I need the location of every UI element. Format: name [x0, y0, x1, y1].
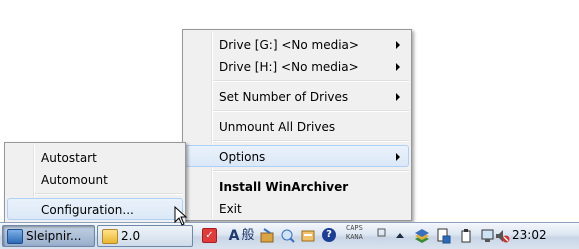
menu-separator — [213, 170, 409, 172]
action-center-icon[interactable] — [436, 228, 452, 244]
tray-context-menu: Drive [G:] <No media> Drive [H:] <No med… — [182, 29, 412, 221]
menu-separator — [35, 193, 183, 195]
menu-item-label: Unmount All Drives — [219, 120, 336, 134]
ime-options-icon[interactable] — [374, 225, 390, 241]
menu-item-install-winarchiver[interactable]: Install WinArchiver — [185, 175, 409, 197]
menu-item-options[interactable]: Options — [185, 145, 409, 167]
mouse-cursor-icon — [174, 206, 188, 226]
options-submenu: Autostart Automount Configuration... — [4, 142, 186, 224]
taskbar-button-label: 2.0 — [121, 229, 141, 243]
menu-item-drive-g[interactable]: Drive [G:] <No media> — [185, 33, 409, 55]
show-hidden-icons-arrow-icon[interactable] — [396, 233, 404, 238]
ime-kanji-indicator[interactable]: 般 — [240, 228, 256, 244]
safely-remove-hardware-icon[interactable] — [458, 228, 474, 244]
taskbar-button-label: Sleipnir... — [26, 229, 82, 243]
submenu-arrow-icon — [396, 153, 400, 161]
taskbar-button-sleipnir[interactable]: Sleipnir... — [2, 225, 95, 247]
submenu-arrow-icon — [396, 41, 400, 49]
menu-item-set-number-of-drives[interactable]: Set Number of Drives — [185, 85, 409, 107]
submenu-arrow-icon — [396, 63, 400, 71]
menu-separator — [213, 80, 409, 82]
menu-item-autostart[interactable]: Autostart — [7, 146, 183, 168]
menu-item-drive-h[interactable]: Drive [H:] <No media> — [185, 55, 409, 77]
menu-item-label: Set Number of Drives — [219, 90, 349, 104]
menu-item-label: Automount — [41, 173, 108, 187]
menu-item-exit[interactable]: Exit — [185, 197, 409, 219]
menu-item-label: Drive [G:] <No media> — [219, 38, 359, 52]
menu-item-label: Configuration... — [41, 203, 134, 217]
taskbar: Sleipnir... 2.0 ✓ A 般 ? CAPS KANA 23:02 — [0, 222, 579, 249]
desktop: Drive [G:] <No media> Drive [H:] <No med… — [0, 0, 579, 249]
menu-item-unmount-all-drives[interactable]: Unmount All Drives — [185, 115, 409, 137]
caps-label: CAPS — [346, 224, 363, 232]
menu-item-configuration[interactable]: Configuration... — [7, 198, 183, 220]
menu-item-label: Options — [219, 150, 266, 164]
caps-kana-indicator: CAPS KANA — [346, 224, 363, 242]
folder-icon — [102, 229, 118, 244]
menu-item-label: Install WinArchiver — [219, 180, 349, 194]
submenu-arrow-icon — [396, 93, 400, 101]
ime-tool-icon[interactable] — [260, 228, 276, 244]
menu-item-label: Exit — [219, 202, 242, 216]
ime-pad-icon[interactable] — [280, 228, 296, 244]
kana-label: KANA — [346, 233, 363, 241]
winarchiver-tray-icon[interactable] — [414, 228, 430, 244]
menu-item-label: Drive [H:] <No media> — [219, 60, 359, 74]
volume-muted-icon[interactable] — [494, 228, 510, 244]
menu-item-label: Autostart — [41, 151, 97, 165]
sleipnir-icon — [7, 229, 23, 244]
help-icon[interactable]: ? — [322, 228, 336, 242]
menu-separator — [213, 140, 409, 142]
ime-dictionary-icon[interactable] — [300, 228, 316, 244]
clock[interactable]: 23:02 — [512, 228, 547, 242]
menu-separator — [213, 110, 409, 112]
taskbar-button-folder[interactable]: 2.0 — [97, 225, 193, 247]
menu-item-automount[interactable]: Automount — [7, 168, 183, 190]
check-icon[interactable]: ✓ — [202, 228, 217, 243]
